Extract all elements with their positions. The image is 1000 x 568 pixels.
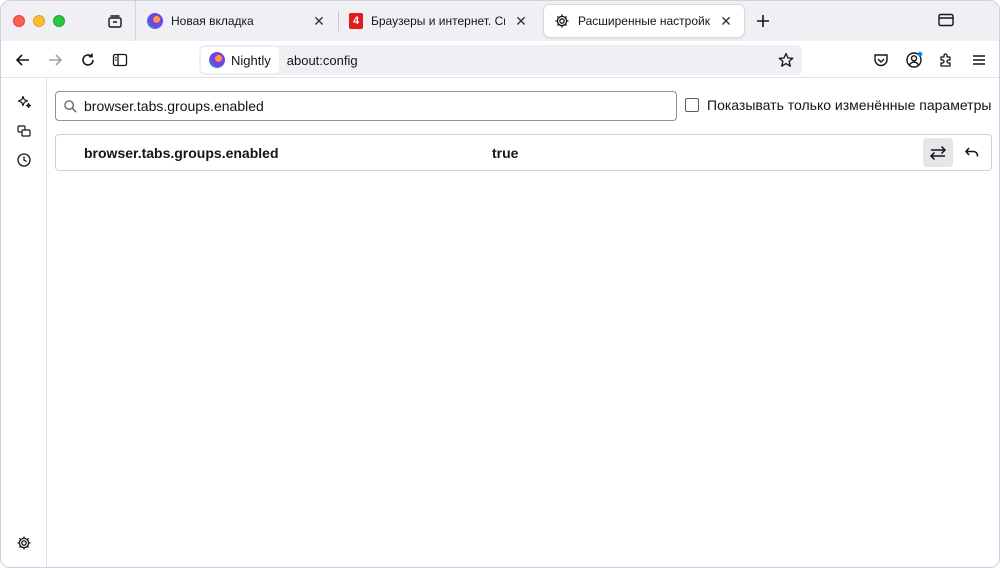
bookmark-star-button[interactable]: [776, 50, 796, 70]
window-layout-button[interactable]: [937, 12, 955, 28]
close-tab-icon[interactable]: ✕: [311, 13, 327, 29]
about-config-page: Показывать только изменённые параметры b…: [47, 78, 999, 567]
account-icon: [906, 51, 923, 68]
url-text[interactable]: about:config: [287, 53, 358, 68]
tabstrip-separator: [135, 1, 136, 41]
show-modified-label: Показывать только изменённые параметры: [707, 97, 992, 113]
sparkles-icon: [17, 95, 32, 109]
arrow-right-icon: [49, 54, 63, 66]
sidebar-launcher: [1, 78, 47, 567]
preference-search[interactable]: [55, 91, 677, 121]
reload-button[interactable]: [77, 49, 99, 71]
pocket-icon: [874, 54, 888, 67]
gear-icon: [555, 14, 569, 28]
firefox-nightly-icon: [209, 52, 225, 68]
gear-icon: [17, 536, 31, 550]
back-button[interactable]: [12, 49, 34, 71]
sidebar-settings-button[interactable]: [13, 532, 35, 554]
preference-name: browser.tabs.groups.enabled: [84, 144, 279, 161]
firefox-nightly-icon: [147, 13, 163, 29]
identity-label: Nightly: [231, 52, 271, 68]
synced-tabs-button[interactable]: [13, 120, 35, 142]
star-icon: [778, 52, 794, 67]
preference-row[interactable]: browser.tabs.groups.enabled true: [55, 134, 992, 171]
search-input[interactable]: [84, 98, 664, 114]
arrow-left-icon: [15, 54, 29, 66]
reload-icon: [82, 53, 94, 66]
show-modified-only-toggle[interactable]: Показывать только изменённые параметры: [685, 97, 991, 113]
tab-title: Браузеры и интернет. Скачать: [371, 14, 505, 28]
close-window-button[interactable]: [13, 15, 25, 27]
hamburger-menu-icon: [973, 55, 985, 65]
sidebar-toggle-button[interactable]: [109, 49, 131, 71]
zoom-window-button[interactable]: [53, 15, 65, 27]
preference-value: true: [492, 144, 519, 161]
app-menu-button[interactable]: [968, 49, 990, 71]
tab-browsers-internet[interactable]: 4 Браузеры и интернет. Скачать ✕: [339, 5, 539, 37]
tab-strip: Новая вкладка ✕ 4 Браузеры и интернет. С…: [1, 1, 999, 41]
new-tab-button[interactable]: [752, 10, 774, 32]
tab-title: Расширенные настройки: [578, 14, 710, 28]
extensions-button[interactable]: [935, 49, 957, 71]
ai-chatbot-button[interactable]: [13, 91, 35, 113]
account-button[interactable]: [903, 49, 925, 71]
minimize-window-button[interactable]: [33, 15, 45, 27]
toggle-arrows-icon: [929, 145, 947, 160]
clock-icon: [17, 153, 31, 167]
identity-box[interactable]: Nightly: [201, 47, 279, 73]
puzzle-icon: [940, 53, 951, 67]
window-controls: [13, 15, 65, 27]
url-bar[interactable]: Nightly about:config: [199, 45, 802, 75]
toggle-preference-button[interactable]: [923, 138, 953, 167]
tab-advanced-settings[interactable]: Расширенные настройки ✕: [544, 5, 744, 37]
site-red-logo-icon: 4: [349, 13, 363, 29]
tab-new-tab[interactable]: Новая вкладка ✕: [137, 5, 337, 37]
show-modified-checkbox[interactable]: [685, 98, 699, 112]
synced-tabs-icon: [17, 125, 31, 137]
sidebar-icon: [112, 53, 128, 67]
pocket-button[interactable]: [870, 49, 892, 71]
tab-overview-icon: [108, 15, 122, 28]
undo-icon: [964, 146, 979, 156]
history-button[interactable]: [13, 149, 35, 171]
tab-title: Новая вкладка: [171, 14, 254, 28]
reset-preference-button[interactable]: [957, 138, 987, 167]
browser-window: Новая вкладка ✕ 4 Браузеры и интернет. С…: [0, 0, 1000, 568]
plus-icon: [757, 15, 769, 27]
search-icon: [56, 99, 84, 114]
navigation-toolbar: Nightly about:config: [1, 41, 999, 78]
close-tab-icon[interactable]: ✕: [718, 13, 734, 29]
tab-overview-button[interactable]: [103, 10, 127, 32]
forward-button[interactable]: [44, 49, 66, 71]
close-tab-icon[interactable]: ✕: [513, 13, 529, 29]
window-icon: [938, 13, 954, 27]
